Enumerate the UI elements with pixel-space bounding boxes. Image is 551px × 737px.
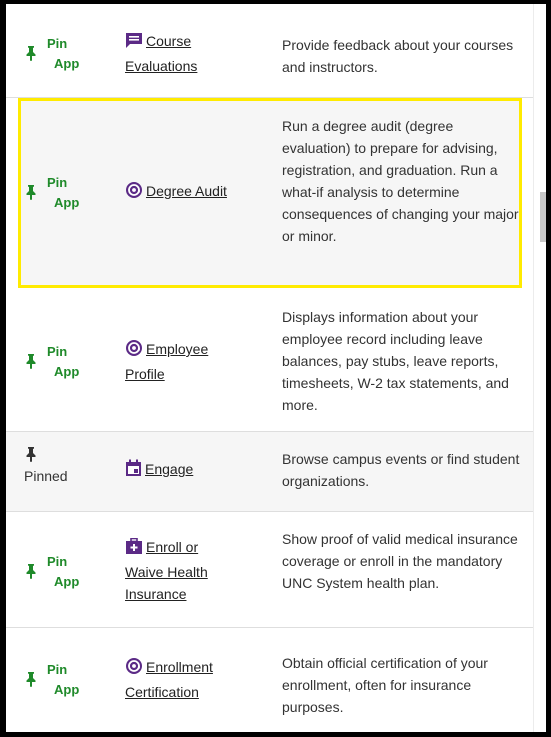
app-link-course-evaluations[interactable]: Course Evaluations <box>125 30 245 77</box>
pin-label-line1: Pin <box>47 344 68 359</box>
pin-app-button[interactable]: Pin App <box>24 34 94 74</box>
app-name-line[interactable]: Employee <box>146 341 208 357</box>
pin-label-line1: Pin <box>47 662 68 677</box>
pinned-label: Pinned <box>24 468 68 484</box>
pin-label-line2: App <box>54 574 80 589</box>
app-link-engage[interactable]: Engage <box>125 458 245 483</box>
app-description: Provide feedback about your courses and … <box>282 37 514 75</box>
app-link-health-insurance[interactable]: Enroll or Waive Health Insurance <box>125 536 245 605</box>
app-name-line[interactable]: Waive Health <box>125 564 208 580</box>
app-link-degree-audit[interactable]: Degree Audit <box>125 180 245 205</box>
pin-label-line2: App <box>54 56 80 71</box>
app-name-line[interactable]: Certification <box>125 684 199 700</box>
pushpin-icon <box>24 353 38 369</box>
pin-label-line2: App <box>54 195 80 210</box>
calendar-icon <box>125 459 142 483</box>
pin-app-button[interactable]: Pin App <box>24 173 94 213</box>
app-row-employee-profile: Pin App Employee Profile Displays inform… <box>6 294 533 432</box>
app-name-line[interactable]: Profile <box>125 366 165 382</box>
pushpin-icon <box>24 45 38 61</box>
app-name-line[interactable]: Degree Audit <box>146 183 227 199</box>
app-name-line[interactable]: Enroll or <box>146 539 198 555</box>
app-name-line[interactable]: Enrollment <box>146 659 213 675</box>
pin-label-line1: Pin <box>47 175 68 190</box>
app-list-frame: Pin App Course Evaluations Provide feedb… <box>6 4 546 732</box>
app-link-enrollment-certification[interactable]: Enrollment Certification <box>125 656 245 703</box>
app-link-employee-profile[interactable]: Employee Profile <box>125 338 245 385</box>
at-sign-icon <box>125 181 143 205</box>
app-name-line[interactable]: Course <box>146 33 191 49</box>
scroll-track[interactable] <box>533 4 546 732</box>
app-description: Obtain official certification of your en… <box>282 655 488 715</box>
at-sign-icon <box>125 657 143 681</box>
pushpin-icon <box>24 671 38 687</box>
app-description: Displays information about your employee… <box>282 309 509 413</box>
at-sign-icon <box>125 339 143 363</box>
pin-label-line2: App <box>54 364 80 379</box>
app-row-health-insurance: Pin App Enroll or Waive Health Insurance… <box>6 512 533 628</box>
scrollbar-thumb[interactable] <box>540 192 546 242</box>
medical-kit-icon <box>125 537 143 561</box>
app-description: Show proof of valid medical insurance co… <box>282 531 518 591</box>
app-name-line[interactable]: Evaluations <box>125 58 197 74</box>
pin-label-line1: Pin <box>47 554 68 569</box>
pin-label-line1: Pin <box>47 36 68 51</box>
pin-app-button[interactable]: Pin App <box>24 342 94 382</box>
pushpin-icon <box>24 563 38 579</box>
pin-app-button[interactable]: Pin App <box>24 660 94 700</box>
app-name-line[interactable]: Engage <box>145 461 193 477</box>
pin-label-line2: App <box>54 682 80 697</box>
app-list-panel: Pin App Course Evaluations Provide feedb… <box>6 4 533 732</box>
app-row-course-evaluations: Pin App Course Evaluations Provide feedb… <box>6 4 533 98</box>
app-row-enrollment-certification: Pin App Enrollment Certification Obtain … <box>6 628 533 732</box>
app-name-line[interactable]: Insurance <box>125 586 186 602</box>
app-description: Browse campus events or find student org… <box>282 451 520 489</box>
app-description: Run a degree audit (degree evaluation) t… <box>282 118 519 244</box>
pinned-status[interactable]: Pinned <box>24 446 94 484</box>
pushpin-icon <box>24 446 38 462</box>
app-row-degree-audit: Pin App Degree Audit Run a degree audit … <box>18 98 522 288</box>
comment-icon <box>125 32 143 55</box>
pushpin-icon <box>24 184 38 200</box>
pin-app-button[interactable]: Pin App <box>24 552 94 592</box>
app-row-engage: Pinned Engage Browse campus events or fi… <box>6 432 533 512</box>
